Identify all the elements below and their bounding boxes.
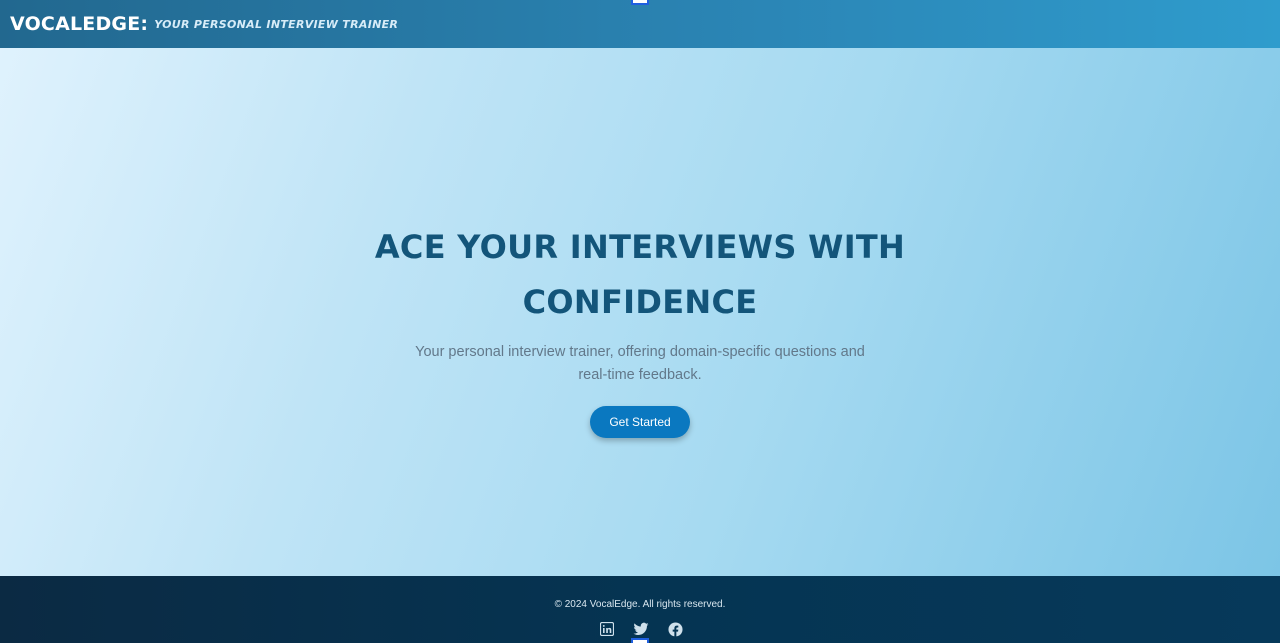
hero-title: ACE YOUR INTERVIEWS WITH CONFIDENCE xyxy=(374,228,906,321)
copyright-text: © 2024 VocalEdge. All rights reserved. xyxy=(554,599,726,610)
hero-section: ACE YOUR INTERVIEWS WITH CONFIDENCE Your… xyxy=(0,48,1280,576)
get-started-button[interactable]: Get Started xyxy=(590,406,690,438)
site-footer: © 2024 VocalEdge. All rights reserved. xyxy=(0,576,1280,643)
facebook-icon[interactable] xyxy=(666,620,684,638)
hero-subtitle: Your personal interview trainer, offerin… xyxy=(415,344,865,383)
site-header: VOCALEDGE: YOUR PERSONAL INTERVIEW TRAIN… xyxy=(0,0,1280,48)
social-links xyxy=(598,620,684,638)
brand-logo[interactable]: VOCALEDGE: xyxy=(10,13,148,35)
twitter-icon[interactable] xyxy=(632,620,650,638)
linkedin-icon[interactable] xyxy=(598,620,616,638)
selection-handle-bottom xyxy=(631,638,649,643)
selection-handle-top xyxy=(631,0,649,5)
brand-tagline: YOUR PERSONAL INTERVIEW TRAINER xyxy=(154,18,399,31)
